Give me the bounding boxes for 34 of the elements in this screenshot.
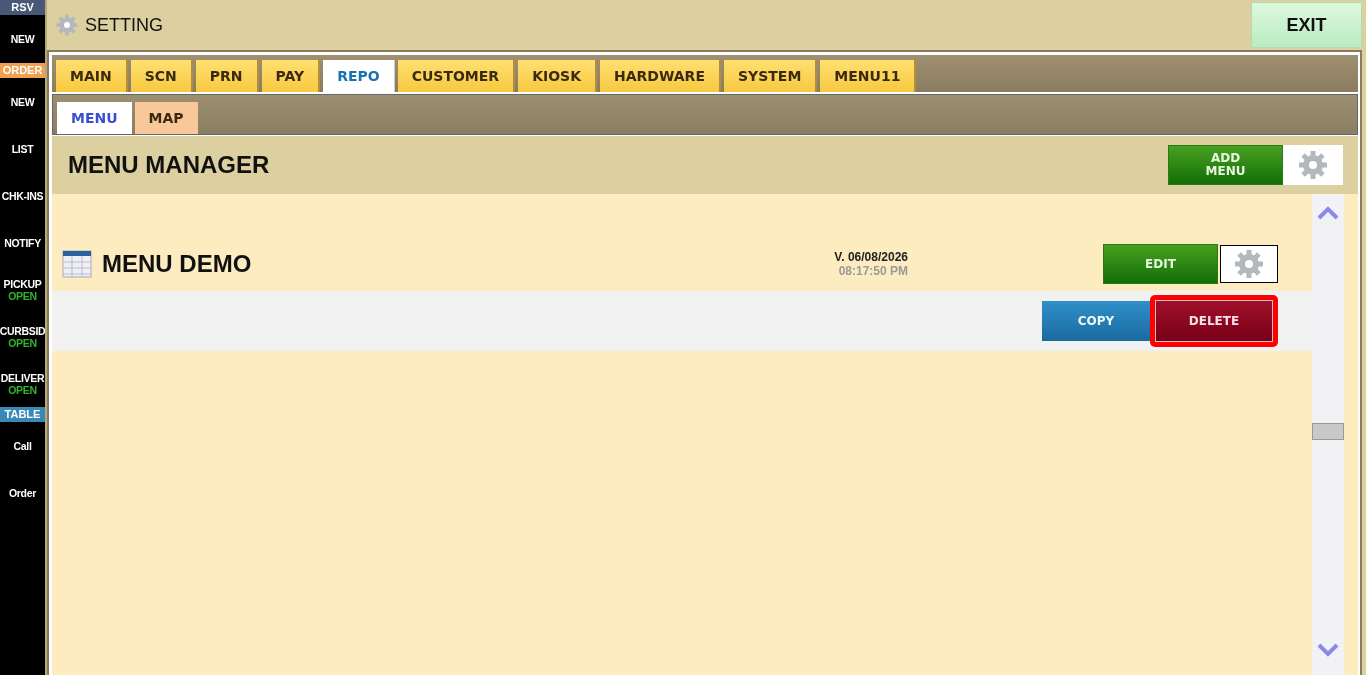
scroll-thumb[interactable] xyxy=(1312,423,1344,440)
scrollbar[interactable] xyxy=(1312,194,1344,675)
tab[interactable]: HARDWARE xyxy=(600,60,721,92)
edit-button[interactable]: EDIT xyxy=(1103,243,1218,284)
page-title: MENU MANAGER xyxy=(68,151,270,179)
table-icon xyxy=(62,249,92,278)
tab[interactable]: SYSTEM xyxy=(723,60,818,92)
exit-button[interactable]: EXIT xyxy=(1251,2,1362,48)
tab[interactable]: MENU11 xyxy=(820,60,917,92)
gear-icon xyxy=(55,13,79,37)
gear-icon xyxy=(1233,247,1265,280)
tab[interactable]: SCN xyxy=(130,60,193,92)
subtab[interactable]: MAP xyxy=(134,102,198,134)
gear-icon xyxy=(1297,149,1329,181)
settings-button[interactable] xyxy=(1220,244,1278,283)
menu-name: MENU DEMO xyxy=(102,249,252,278)
window-title: SETTING xyxy=(85,14,163,36)
version-date: V. 06/08/2026 xyxy=(834,249,908,264)
section-header: ORDER xyxy=(0,63,45,78)
tab[interactable]: PRN xyxy=(195,60,259,92)
scroll-up-icon[interactable] xyxy=(1317,206,1339,220)
delete-button[interactable]: DELETE xyxy=(1150,295,1278,347)
subtab[interactable]: MENU xyxy=(57,102,132,134)
scroll-down-icon[interactable] xyxy=(1317,643,1339,657)
tab[interactable]: CUSTOMER xyxy=(397,60,516,92)
tab[interactable]: REPO xyxy=(323,60,395,92)
version-time: 08:17:50 PM xyxy=(838,263,908,278)
section-header: TABLE xyxy=(0,407,45,422)
tab[interactable]: MAIN xyxy=(56,60,128,92)
add-menu-button[interactable]: ADD MENU xyxy=(1168,145,1283,185)
tab[interactable]: KIOSK xyxy=(518,60,597,92)
section-header: RSV xyxy=(0,0,45,15)
tab[interactable]: PAY xyxy=(261,60,321,92)
copy-button[interactable]: COPY xyxy=(1042,301,1150,341)
